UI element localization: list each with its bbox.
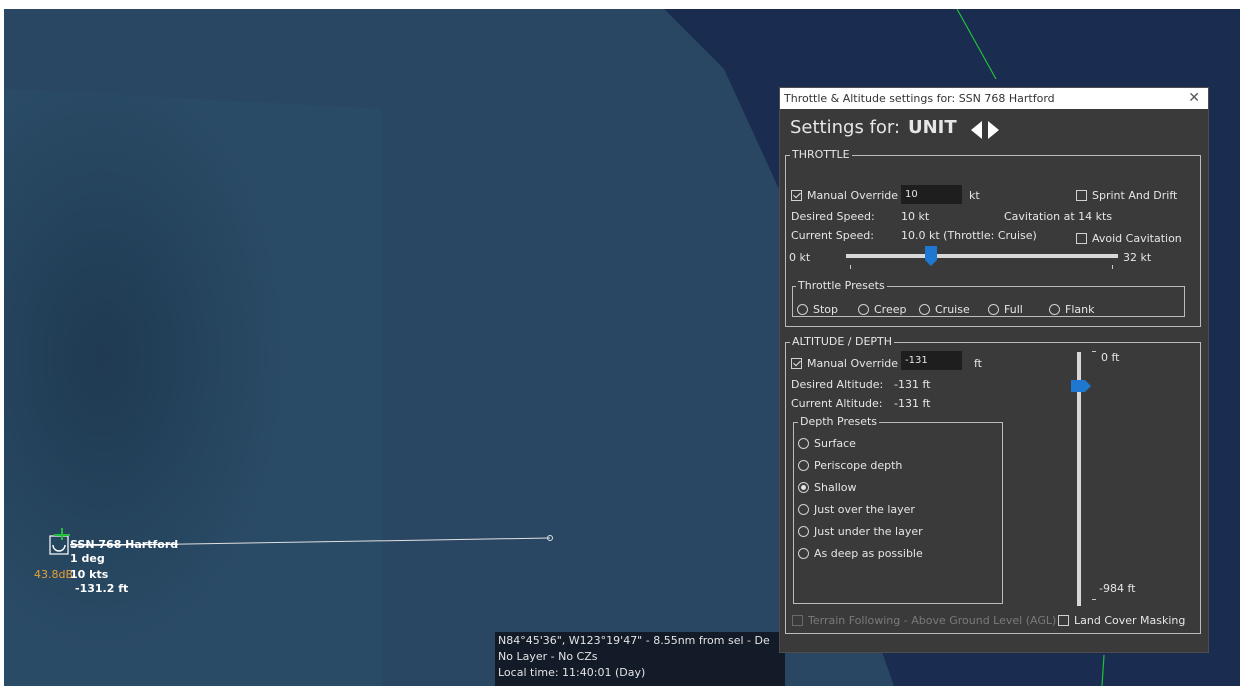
altitude-manual-override[interactable]: Manual Override bbox=[791, 357, 898, 370]
depth-top-label: 0 ft bbox=[1101, 351, 1120, 364]
status-layer: No Layer - No CZs bbox=[498, 650, 598, 663]
unit-name[interactable]: SSN 768 Hartford bbox=[70, 538, 178, 551]
depth-preset-label: Surface bbox=[814, 437, 856, 450]
desired-speed-value: 10 kt bbox=[901, 210, 930, 223]
settings-for-value: UNIT bbox=[908, 117, 957, 138]
depth-preset-surface[interactable]: Surface bbox=[798, 437, 856, 450]
depth-preset-label: As deep as possible bbox=[814, 547, 923, 560]
land-cover-label: Land Cover Masking bbox=[1074, 614, 1186, 627]
throttle-preset-full[interactable]: Full bbox=[988, 303, 1023, 316]
terrain-following-checkbox[interactable] bbox=[792, 615, 803, 626]
throttle-preset-flank-radio[interactable] bbox=[1049, 304, 1060, 315]
throttle-slider-track[interactable] bbox=[846, 254, 1118, 258]
throttle-min-label: 0 kt bbox=[789, 251, 811, 264]
status-time: Local time: 11:40:01 (Day) bbox=[498, 666, 646, 679]
depth-preset-label: Shallow bbox=[814, 481, 857, 494]
depth-bottom-label: -984 ft bbox=[1099, 582, 1136, 595]
throttle-preset-label: Cruise bbox=[935, 303, 970, 316]
throttle-max-label: 32 kt bbox=[1123, 251, 1152, 264]
throttle-speed-input[interactable] bbox=[901, 185, 962, 204]
throttle-preset-cruise-radio[interactable] bbox=[919, 304, 930, 315]
altitude-manual-override-checkbox[interactable] bbox=[791, 358, 802, 369]
throttle-preset-label: Creep bbox=[874, 303, 907, 316]
next-arrow-icon[interactable] bbox=[986, 120, 1002, 140]
depth-preset-under-layer[interactable]: Just under the layer bbox=[798, 525, 923, 538]
throttle-preset-full-radio[interactable] bbox=[988, 304, 999, 315]
land-cover-checkbox[interactable] bbox=[1058, 615, 1069, 626]
dialog-titlebar[interactable]: Throttle & Altitude settings for: SSN 76… bbox=[780, 88, 1208, 109]
throttle-manual-override-checkbox[interactable] bbox=[791, 190, 802, 201]
desired-altitude-label: Desired Altitude: bbox=[791, 378, 884, 391]
status-coords: N84°45'36", W123°19'47" - 8.55nm from se… bbox=[498, 634, 770, 647]
throttle-preset-label: Full bbox=[1004, 303, 1023, 316]
depth-tick-top bbox=[1092, 351, 1096, 352]
depth-preset-shallow-radio[interactable] bbox=[798, 482, 809, 493]
depth-preset-label: Just under the layer bbox=[814, 525, 923, 538]
altitude-input[interactable] bbox=[901, 351, 962, 370]
avoid-cavitation-checkbox[interactable] bbox=[1076, 233, 1087, 244]
depth-preset-deep[interactable]: As deep as possible bbox=[798, 547, 923, 560]
sprint-drift-checkbox[interactable] bbox=[1076, 190, 1087, 201]
throttle-preset-cruise[interactable]: Cruise bbox=[919, 303, 970, 316]
altitude-unit-label: ft bbox=[974, 357, 982, 370]
avoid-cavitation-label: Avoid Cavitation bbox=[1092, 232, 1182, 245]
current-altitude-label: Current Altitude: bbox=[791, 397, 883, 410]
desired-speed-label: Desired Speed: bbox=[791, 210, 875, 223]
depth-preset-under-layer-radio[interactable] bbox=[798, 526, 809, 537]
throttle-tick-max bbox=[1112, 265, 1113, 269]
throttle-preset-stop-radio[interactable] bbox=[797, 304, 808, 315]
unit-course: 1 deg bbox=[70, 552, 105, 565]
throttle-altitude-dialog: Throttle & Altitude settings for: SSN 76… bbox=[779, 87, 1209, 653]
terrain-following-option[interactable]: Terrain Following - Above Ground Level (… bbox=[792, 614, 1056, 627]
throttle-slider-thumb[interactable] bbox=[925, 246, 937, 266]
terrain-following-label: Terrain Following - Above Ground Level (… bbox=[808, 614, 1057, 627]
depth-presets-label: Depth Presets bbox=[798, 415, 880, 428]
current-speed-value: 10.0 kt (Throttle: Cruise) bbox=[901, 229, 1037, 242]
depth-slider-thumb[interactable] bbox=[1071, 379, 1091, 392]
close-icon[interactable]: ✕ bbox=[1188, 88, 1200, 109]
current-speed-label: Current Speed: bbox=[791, 229, 874, 242]
throttle-manual-override[interactable]: Manual Override bbox=[791, 189, 898, 202]
depth-preset-surface-radio[interactable] bbox=[798, 438, 809, 449]
throttle-preset-creep[interactable]: Creep bbox=[858, 303, 906, 316]
avoid-cavitation-option[interactable]: Avoid Cavitation bbox=[1076, 232, 1182, 245]
throttle-presets-label: Throttle Presets bbox=[796, 279, 887, 292]
throttle-preset-creep-radio[interactable] bbox=[858, 304, 869, 315]
prev-arrow-icon[interactable] bbox=[968, 120, 984, 140]
depth-preset-label: Just over the layer bbox=[814, 503, 915, 516]
land-cover-option[interactable]: Land Cover Masking bbox=[1058, 614, 1185, 627]
depth-preset-deep-radio[interactable] bbox=[798, 548, 809, 559]
unit-noise: 43.8dB bbox=[34, 568, 74, 581]
map-status-box: N84°45'36", W123°19'47" - 8.55nm from se… bbox=[495, 632, 785, 686]
depth-preset-periscope-radio[interactable] bbox=[798, 460, 809, 471]
dialog-title: Throttle & Altitude settings for: SSN 76… bbox=[784, 92, 1055, 105]
throttle-unit-label: kt bbox=[969, 189, 980, 202]
depth-preset-over-layer-radio[interactable] bbox=[798, 504, 809, 515]
throttle-preset-flank[interactable]: Flank bbox=[1049, 303, 1094, 316]
depth-preset-periscope[interactable]: Periscope depth bbox=[798, 459, 902, 472]
current-altitude-value: -131 ft bbox=[894, 397, 931, 410]
throttle-manual-override-label: Manual Override bbox=[807, 189, 899, 202]
depth-preset-label: Periscope depth bbox=[814, 459, 903, 472]
cavitation-text: Cavitation at 14 kts bbox=[1004, 210, 1113, 223]
depth-preset-over-layer[interactable]: Just over the layer bbox=[798, 503, 915, 516]
desired-altitude-value: -131 ft bbox=[894, 378, 931, 391]
altitude-manual-override-label: Manual Override bbox=[807, 357, 899, 370]
sprint-drift-label: Sprint And Drift bbox=[1092, 189, 1178, 202]
depth-preset-shallow[interactable]: Shallow bbox=[798, 481, 857, 494]
throttle-preset-label: Flank bbox=[1065, 303, 1095, 316]
throttle-preset-label: Stop bbox=[813, 303, 839, 316]
throttle-group-label: THROTTLE bbox=[790, 148, 852, 161]
unit-depth: -131.2 ft bbox=[75, 582, 129, 595]
altitude-group-label: ALTITUDE / DEPTH bbox=[790, 335, 895, 348]
depth-tick-bottom bbox=[1092, 599, 1096, 600]
throttle-preset-stop[interactable]: Stop bbox=[797, 303, 838, 316]
settings-for-label: Settings for: bbox=[790, 117, 901, 138]
sprint-drift-option[interactable]: Sprint And Drift bbox=[1076, 189, 1177, 202]
unit-speed: 10 kts bbox=[70, 568, 109, 581]
throttle-tick-min bbox=[850, 265, 851, 269]
